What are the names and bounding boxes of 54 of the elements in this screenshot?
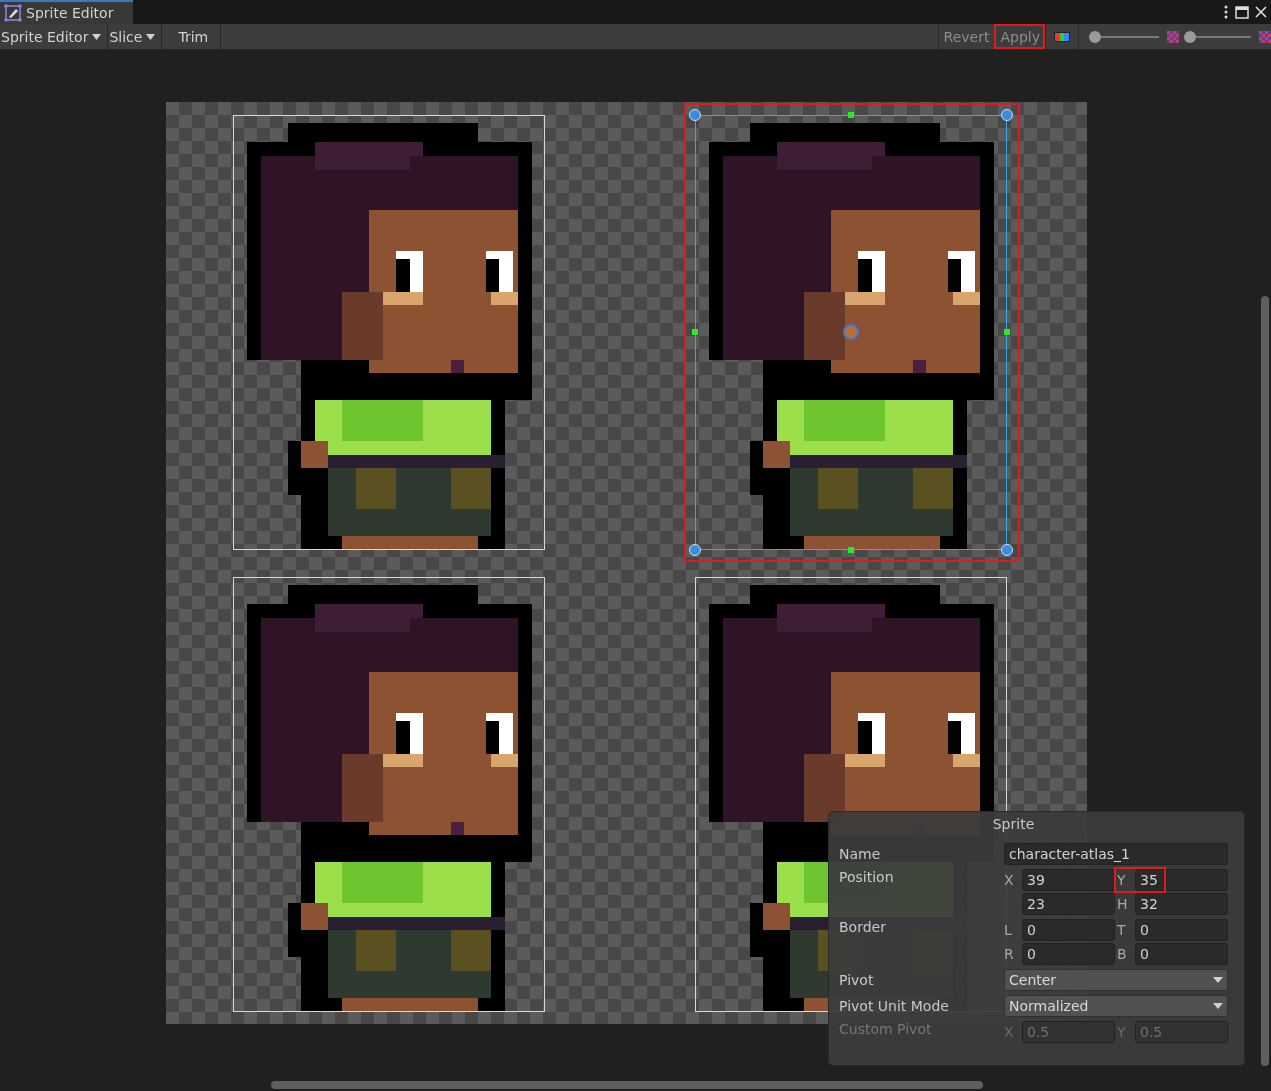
axis-label: Y: [1117, 872, 1127, 888]
scrollbar-thumb[interactable]: [271, 1081, 983, 1089]
number-field: 0.5: [1135, 1021, 1228, 1043]
corner-handle[interactable]: [1001, 109, 1013, 121]
caret-icon: [146, 33, 156, 40]
axis-label: B: [1117, 946, 1128, 962]
dropdown-menu[interactable]: Slice: [108, 24, 163, 49]
edge-handle[interactable]: [1004, 329, 1010, 335]
caret-icon: [1213, 1003, 1223, 1009]
slider-thumb[interactable]: [1089, 30, 1101, 43]
checker-icon: [1259, 30, 1271, 43]
caret-icon: [92, 33, 102, 40]
scrollbar-thumb[interactable]: [1261, 296, 1269, 1066]
number-field[interactable]: 0: [1135, 943, 1228, 965]
number-field[interactable]: 39: [1022, 869, 1115, 891]
corner-handle[interactable]: [689, 544, 701, 556]
number-field[interactable]: 23: [1022, 893, 1115, 915]
number-field[interactable]: 0: [1022, 919, 1115, 941]
axis-label: X: [1004, 872, 1015, 888]
dropdown-menu[interactable]: Sprite Editor: [0, 24, 109, 49]
axis-label: L: [1004, 922, 1013, 938]
field-label: Pivot Unit Mode: [839, 997, 950, 1014]
checker-icon: [1167, 30, 1179, 43]
edge-handle[interactable]: [848, 112, 854, 118]
axis-label: H: [1117, 896, 1129, 912]
color-channels-icon[interactable]: [1054, 31, 1070, 42]
field-label: Name: [839, 845, 882, 862]
pivot-handle[interactable]: [843, 324, 859, 340]
axis-label: R: [1004, 946, 1015, 962]
panel-title: Sprite: [991, 816, 1036, 834]
number-field[interactable]: 35: [1135, 869, 1228, 891]
edge-handle[interactable]: [848, 547, 854, 553]
name-field[interactable]: character-atlas_1: [1004, 843, 1228, 865]
corner-handle[interactable]: [689, 109, 701, 121]
axis-label: T: [1117, 922, 1127, 938]
sprite-editor-icon: [4, 4, 22, 22]
caret-icon: [1213, 977, 1223, 983]
number-field: 0.5: [1022, 1021, 1115, 1043]
slider-thumb[interactable]: [1184, 30, 1197, 43]
maximize-icon[interactable]: [1235, 5, 1249, 19]
more-options-icon[interactable]: [1223, 5, 1229, 19]
editor-tab[interactable]: Sprite Editor: [0, 0, 134, 24]
field-label: Custom Pivot: [839, 1021, 933, 1037]
dropdown-field[interactable]: Center: [1004, 969, 1228, 991]
number-field[interactable]: 0: [1022, 943, 1115, 965]
field-label: Border: [839, 919, 887, 935]
field-label: Position: [839, 869, 895, 885]
dropdown-field[interactable]: Normalized: [1004, 995, 1228, 1017]
corner-handle[interactable]: [1001, 544, 1013, 556]
close-icon[interactable]: [1255, 6, 1267, 18]
number-field[interactable]: 0: [1135, 919, 1228, 941]
number-field[interactable]: 32: [1135, 893, 1228, 915]
edge-handle[interactable]: [692, 329, 698, 335]
field-label: Pivot: [839, 971, 875, 988]
